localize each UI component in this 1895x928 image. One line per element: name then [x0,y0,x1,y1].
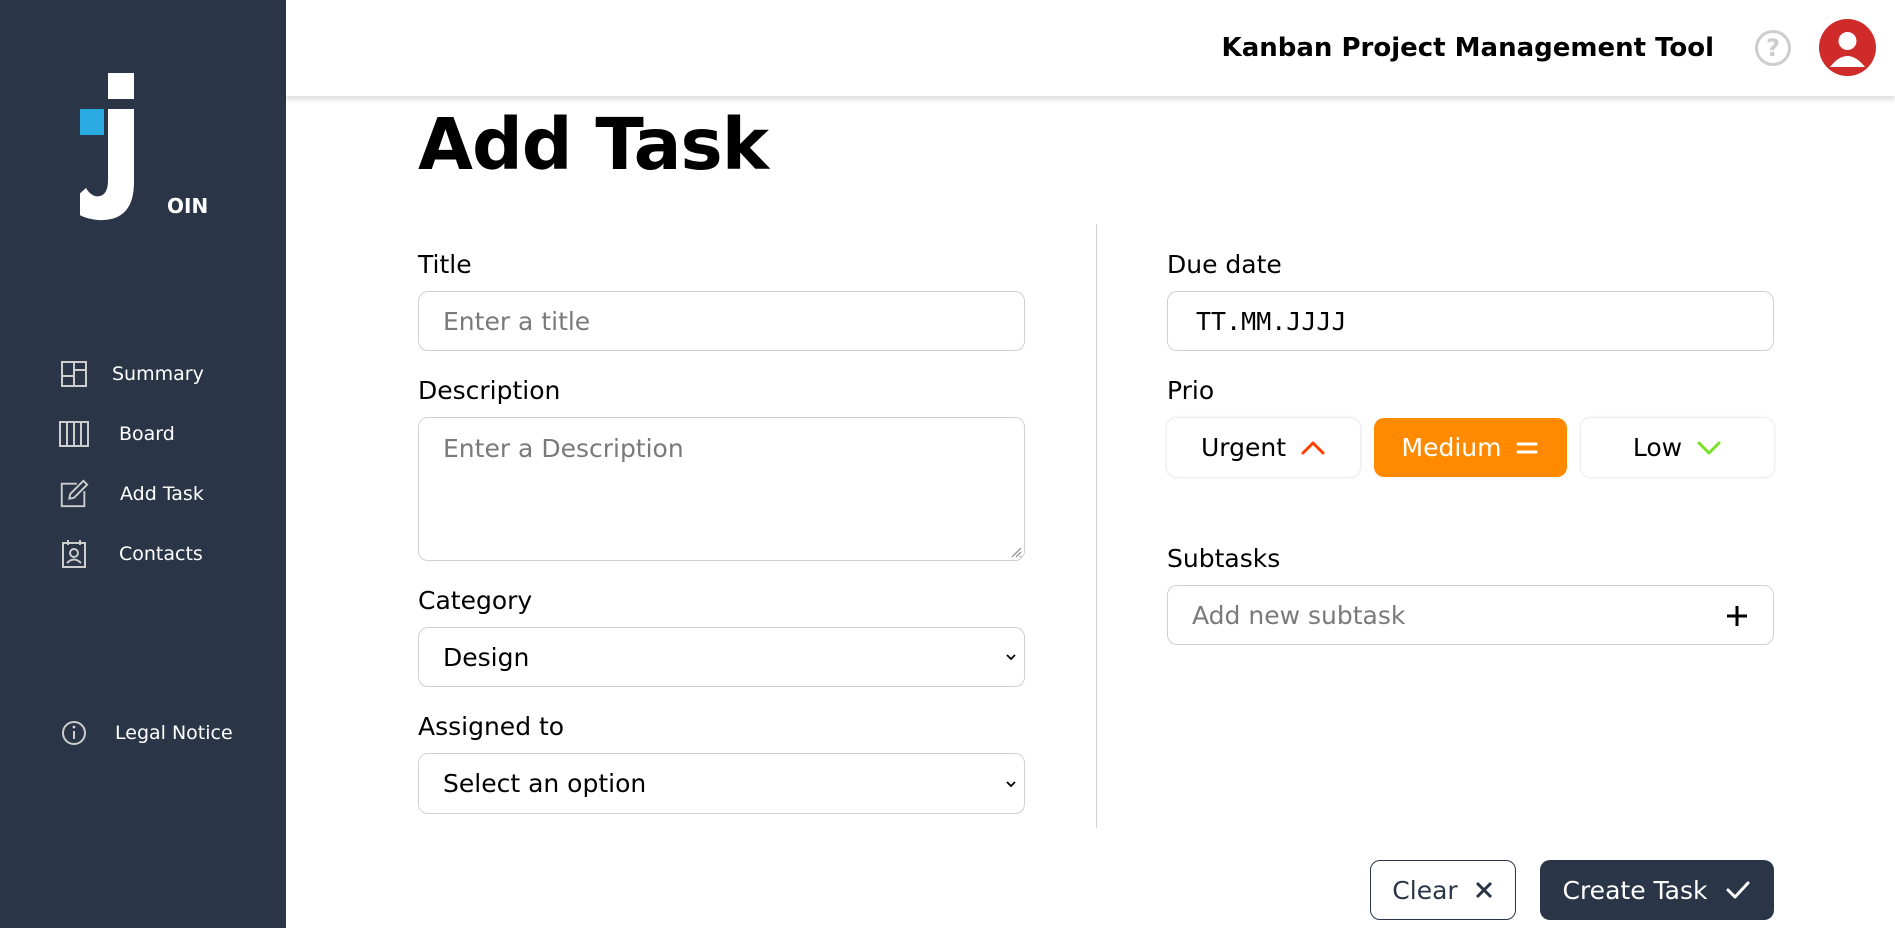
add-task-icon [58,478,90,510]
prio-label: Prio [1167,376,1215,405]
prio-medium-button[interactable]: Medium [1374,418,1567,477]
join-logo[interactable]: OIN [68,72,208,222]
column-divider [1096,224,1097,828]
sidebar-item-summary[interactable]: Summary [0,352,286,396]
title-label: Title [418,250,472,279]
subtasks-label: Subtasks [1167,544,1281,573]
chevron-down-icon [1006,780,1016,787]
prio-urgent-label: Urgent [1200,433,1287,462]
prio-medium-label: Medium [1401,433,1502,462]
sidebar-item-label: Add Task [120,483,204,505]
due-date-label: Due date [1167,250,1282,279]
sidebar-item-board[interactable]: Board [0,412,286,456]
sidebar-item-label: Board [119,423,175,445]
assigned-to-select[interactable]: Select an option [418,753,1025,814]
subtask-input[interactable]: Add new subtask [1167,585,1774,645]
description-label: Description [418,376,561,405]
avatar[interactable] [1819,19,1876,76]
info-icon [58,717,90,749]
category-select[interactable]: Design [418,627,1025,687]
close-icon [1475,881,1492,899]
sidebar-item-label: Summary [112,363,204,385]
question-mark-icon[interactable]: ? [1755,30,1791,66]
create-task-button[interactable]: Create Task [1540,860,1774,920]
board-icon [58,418,90,450]
sidebar-item-contacts[interactable]: Contacts [0,532,286,576]
sidebar-item-label: Contacts [119,543,203,565]
assigned-to-value: Select an option [443,769,647,798]
sidebar: OIN Summary Board Add Task Contacts Lega… [0,0,286,928]
description-placeholder: Enter a Description [443,434,684,463]
prio-urgent-button[interactable]: Urgent [1167,418,1360,477]
prio-low-button[interactable]: Low [1581,418,1774,477]
due-date-value: TT.MM.JJJJ [1196,306,1347,336]
page-title: Add Task [418,103,769,186]
resize-handle-icon[interactable] [1010,546,1022,558]
plus-icon[interactable] [1724,603,1750,629]
title-placeholder: Enter a title [443,306,591,336]
description-textarea[interactable]: Enter a Description [418,417,1025,561]
chevron-up-icon [1301,441,1325,454]
create-task-button-label: Create Task [1562,875,1708,905]
chevron-down-icon [1006,654,1016,661]
category-value: Design [443,642,530,672]
sidebar-item-legal-notice[interactable]: Legal Notice [0,711,286,755]
equals-icon [1516,442,1538,453]
check-icon [1726,881,1750,899]
summary-icon [58,358,90,390]
contacts-icon [58,538,90,570]
assigned-to-label: Assigned to [418,712,565,741]
due-date-input[interactable]: TT.MM.JJJJ [1167,291,1774,351]
user-icon [1830,32,1865,67]
subtask-placeholder: Add new subtask [1192,600,1406,630]
sidebar-item-add-task[interactable]: Add Task [0,472,286,516]
sidebar-item-label: Legal Notice [115,722,233,744]
chevron-down-icon [1697,441,1721,454]
logo-text: OIN [167,194,209,218]
clear-button-label: Clear [1392,875,1458,905]
app-title: Kanban Project Management Tool [1221,33,1714,63]
header: Kanban Project Management Tool ? [286,0,1895,96]
prio-low-label: Low [1632,433,1683,462]
category-label: Category [418,586,533,615]
clear-button[interactable]: Clear [1370,860,1516,920]
title-input[interactable]: Enter a title [418,291,1025,351]
